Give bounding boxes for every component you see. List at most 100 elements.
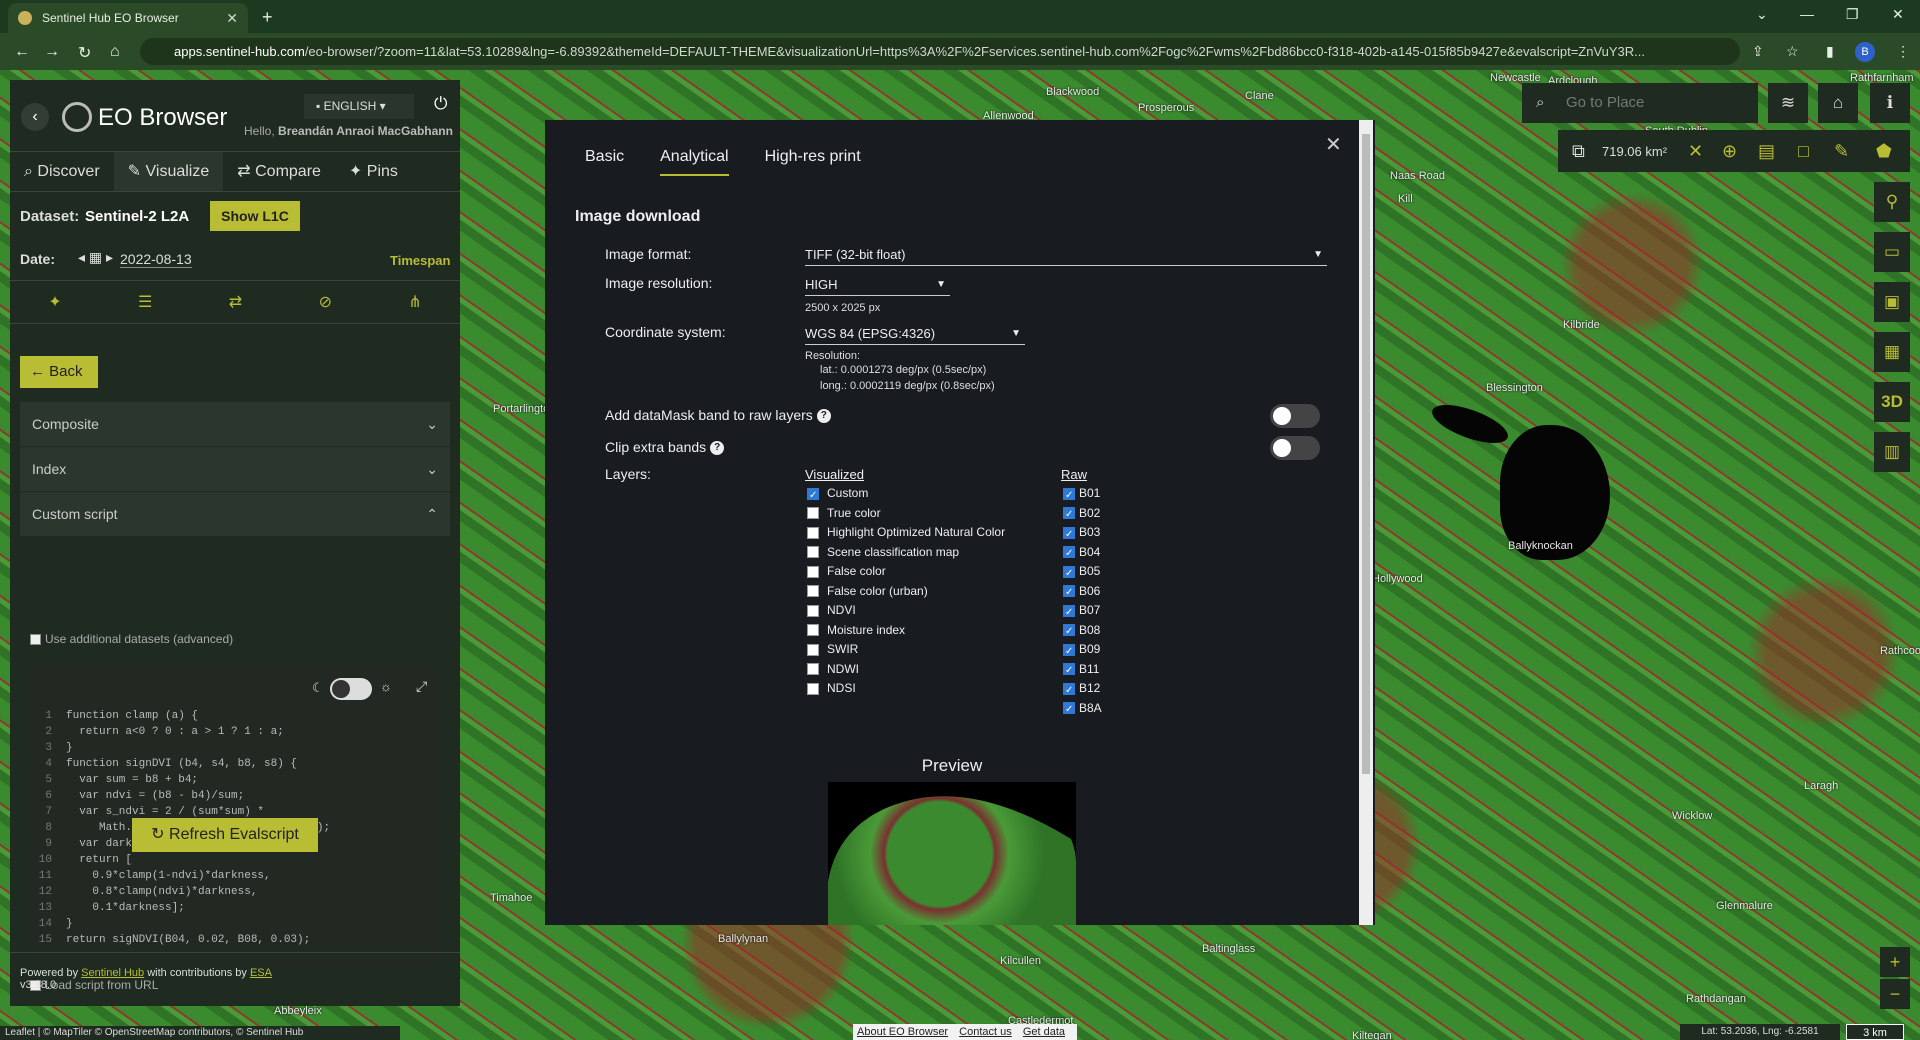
zoom-in-button[interactable]: + [1880, 947, 1910, 977]
tab-basic[interactable]: Basic [585, 148, 624, 176]
language-select[interactable]: ▪ ENGLISH ▾ [304, 94, 414, 119]
clip-bands-toggle[interactable] [1270, 436, 1320, 460]
checkbox[interactable] [1063, 505, 1075, 524]
raw-band[interactable]: B11 [1063, 660, 1099, 680]
visualized-layer[interactable]: Scene classification map [807, 543, 959, 562]
kebab-menu-icon[interactable]: ⋮ [1896, 43, 1910, 60]
datamask-toggle[interactable] [1270, 404, 1320, 428]
checkbox[interactable] [807, 682, 819, 695]
esa-link[interactable]: ESA [250, 967, 272, 979]
accordion-composite[interactable]: Composite ⌄ [20, 402, 450, 446]
visualized-layer[interactable]: False color (urban) [807, 582, 928, 601]
raw-band[interactable]: B8A [1063, 699, 1102, 719]
visualized-layer[interactable]: NDVI [807, 601, 856, 620]
image-format-select[interactable]: TIFF (32-bit float) [805, 244, 1327, 266]
checkbox[interactable] [1063, 583, 1075, 602]
back-arrow-icon[interactable]: ← [14, 43, 30, 61]
checkbox[interactable] [807, 507, 819, 520]
zoom-out-button[interactable]: − [1880, 979, 1910, 1009]
visualized-layer[interactable]: Moisture index [807, 621, 905, 640]
visualized-layer[interactable]: NDSI [807, 679, 856, 698]
clear-icon[interactable]: ✕ [1688, 130, 1703, 172]
raw-band[interactable]: B03 [1063, 523, 1100, 544]
checkbox[interactable] [807, 585, 819, 598]
layers-icon[interactable]: ≋ [1768, 83, 1808, 123]
graduation-cap-icon[interactable]: ⌂ [1818, 83, 1858, 123]
side-panel-icon[interactable]: ▮ [1826, 43, 1834, 60]
sliders-icon[interactable]: ☰ [138, 292, 152, 312]
tab-high-res-print[interactable]: High-res print [765, 148, 861, 176]
go-to-place-search[interactable]: ⌕ Go to Place [1522, 83, 1758, 123]
tab-discover[interactable]: ⌕ Discover [10, 152, 114, 191]
logout-icon[interactable]: ⏻ [434, 94, 447, 114]
checkbox[interactable] [1063, 642, 1075, 661]
dialog-scrollbar[interactable] [1359, 120, 1373, 925]
raw-band[interactable]: B09 [1063, 640, 1100, 661]
close-window-icon[interactable]: ✕ [1892, 6, 1904, 23]
browser-tab[interactable]: Sentinel Hub EO Browser ✕ [8, 3, 248, 33]
visualized-layer[interactable]: NDWI [807, 660, 859, 679]
accordion-custom-script[interactable]: Custom script ⌃ [20, 492, 450, 536]
raw-band[interactable]: B02 [1063, 504, 1100, 524]
checkbox[interactable] [1063, 525, 1075, 544]
checkbox[interactable] [807, 565, 819, 578]
ruler-icon[interactable]: ▭ [1874, 232, 1910, 272]
sentinel-hub-link[interactable]: Sentinel Hub [81, 967, 144, 979]
bookmark-star-icon[interactable]: ☆ [1786, 43, 1799, 60]
back-button[interactable]: ← Back [20, 356, 98, 388]
raw-band[interactable]: B05 [1063, 562, 1100, 583]
checkbox[interactable] [1063, 681, 1075, 700]
help-icon[interactable]: ? [710, 441, 725, 456]
statistics-icon[interactable]: ▥ [1874, 432, 1910, 472]
checkbox[interactable] [807, 624, 819, 637]
timespan-link[interactable]: Timespan [390, 253, 450, 268]
visualized-layer[interactable]: True color [807, 504, 881, 523]
square-icon[interactable]: □ [1798, 130, 1809, 172]
checkbox[interactable] [807, 643, 819, 656]
help-icon[interactable]: ? [816, 409, 831, 424]
visualized-layer[interactable]: SWIR [807, 640, 858, 659]
visualized-layer[interactable]: Custom [807, 484, 868, 505]
copy-icon[interactable]: ⧉ [1572, 130, 1585, 172]
pin-icon[interactable]: ✦ [48, 292, 61, 312]
reload-icon[interactable]: ↻ [78, 43, 91, 63]
home-icon[interactable]: ⌂ [110, 43, 120, 61]
tab-compare[interactable]: ⇄ Compare [223, 152, 335, 191]
url-field[interactable]: apps.sentinel-hub.com/eo-browser/?zoom=1… [140, 38, 1740, 65]
checkbox[interactable] [30, 634, 41, 646]
raw-band[interactable]: B04 [1063, 543, 1100, 563]
raw-band[interactable]: B06 [1063, 582, 1100, 602]
coordinate-system-select[interactable]: WGS 84 (EPSG:4326) [805, 323, 1025, 345]
calendar-icon[interactable]: ◂ ▦ ▸ [78, 249, 113, 266]
accordion-index[interactable]: Index ⌄ [20, 447, 450, 491]
checkbox[interactable] [1063, 603, 1075, 622]
visualized-layer[interactable]: Highlight Optimized Natural Color [807, 523, 1005, 542]
eye-off-icon[interactable]: ⊘ [319, 292, 332, 312]
get-data-link[interactable]: Get data [1023, 1026, 1065, 1038]
forward-arrow-icon[interactable]: → [44, 43, 60, 61]
pencil-icon[interactable]: ✎ [1834, 130, 1849, 172]
compare-icon[interactable]: ⇄ [229, 292, 242, 312]
film-icon[interactable]: ▦ [1874, 332, 1910, 372]
checkbox[interactable] [1063, 564, 1075, 583]
refresh-evalscript-button[interactable]: ↻ Refresh Evalscript [132, 818, 318, 852]
raw-band[interactable]: B08 [1063, 621, 1100, 641]
share-icon[interactable]: ⇪ [1752, 43, 1764, 60]
tab-analytical[interactable]: Analytical [660, 148, 729, 176]
new-tab-icon[interactable]: + [262, 7, 273, 28]
checkbox[interactable] [807, 546, 819, 559]
raw-band[interactable]: B01 [1063, 484, 1100, 505]
profile-avatar[interactable]: B [1855, 42, 1875, 62]
show-l1c-button[interactable]: Show L1C [210, 201, 300, 231]
expand-icon[interactable]: ⤢ [416, 678, 427, 695]
3d-icon[interactable]: 3D [1874, 382, 1910, 422]
date-field[interactable]: 2022-08-13 [120, 251, 192, 268]
contact-link[interactable]: Contact us [959, 1026, 1012, 1038]
checkbox[interactable] [807, 526, 819, 539]
restore-icon[interactable]: ❐ [1846, 6, 1859, 23]
share-icon[interactable]: ⋔ [408, 292, 421, 312]
theme-toggle[interactable] [330, 678, 372, 700]
chevron-down-icon[interactable]: ⌄ [1756, 6, 1768, 23]
checkbox[interactable] [1063, 700, 1075, 719]
info-icon[interactable]: ℹ [1870, 83, 1910, 123]
